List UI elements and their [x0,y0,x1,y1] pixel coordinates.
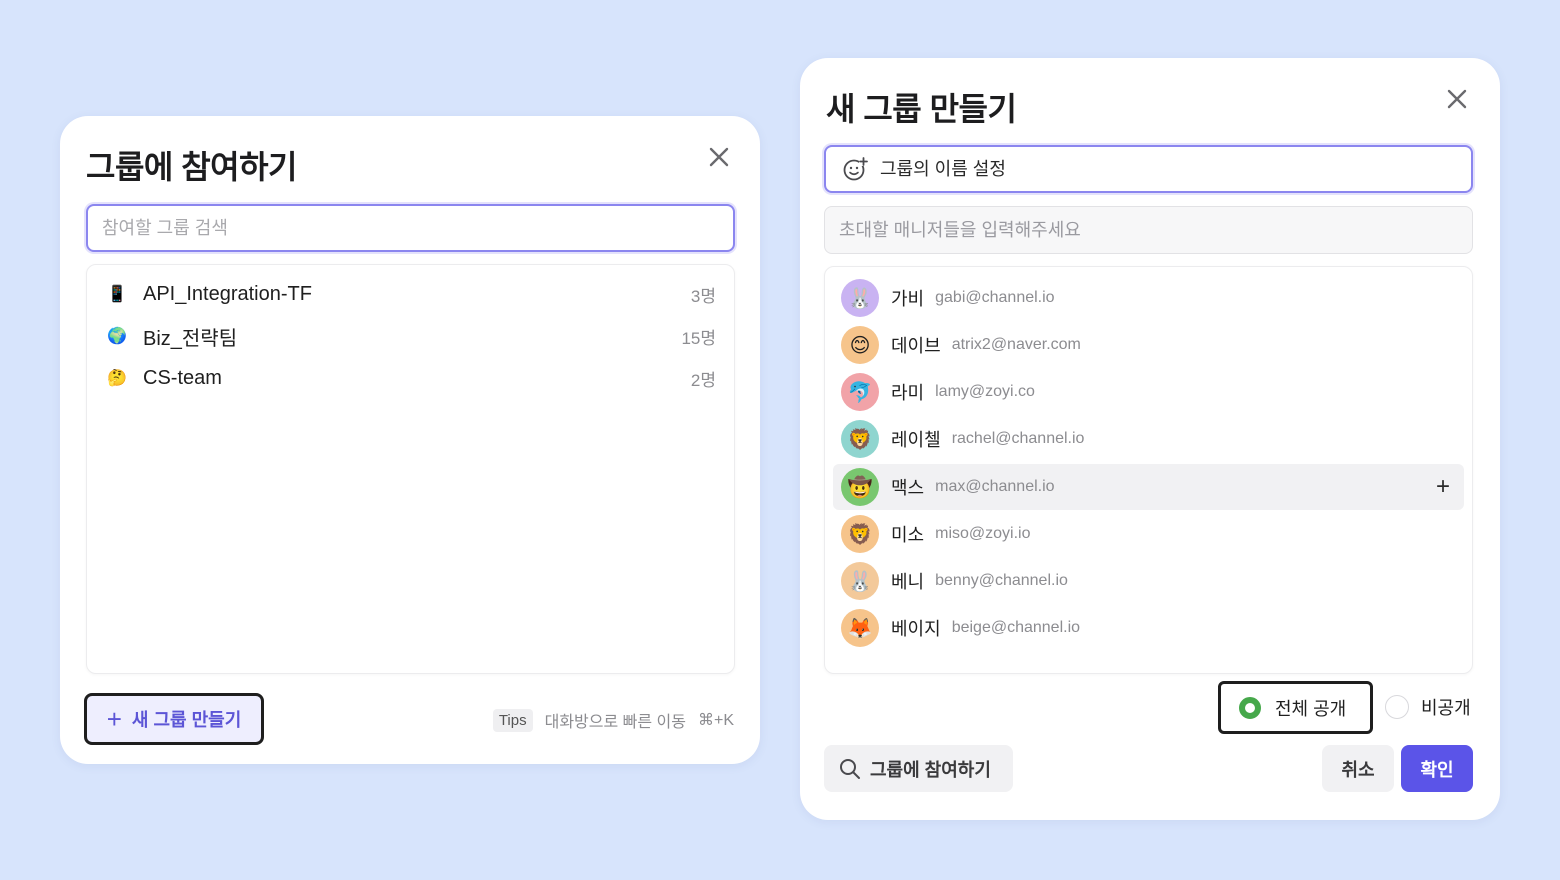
close-icon[interactable] [703,141,735,173]
manager-row[interactable]: 🦁 레이첼 rachel@channel.io [833,416,1464,462]
manager-name: 가비 [891,289,925,309]
manager-email: rachel@channel.io [951,430,1085,447]
manager-row[interactable]: 🐰 베니 benny@channel.io [833,558,1464,604]
tips-shortcut: ⌘+K [697,712,734,729]
tips-text: 대화방으로 빠른 이동 [544,714,686,731]
fox-avatar: 🦊 [841,609,879,647]
new-group-label: 새 그룹 만들기 [131,710,242,730]
dialog-title: 새 그룹 만들기 [826,91,1017,127]
manager-name: 베이지 [891,619,941,639]
manager-row[interactable]: 🐰 가비 gabi@channel.io [833,275,1464,321]
lion-avatar: 🦁 [841,420,879,458]
thinking-face-icon: 🤔 [107,370,127,387]
group-search-input[interactable] [86,204,735,252]
group-member-count: 3명 [690,286,716,306]
add-icon[interactable]: + [1436,473,1450,501]
visibility-private-option[interactable]: 비공개 [1385,694,1471,720]
dolphin-avatar: 🐬 [841,373,879,411]
tips-hint: Tips 대화방으로 빠른 이동 ⌘+K [492,708,734,732]
create-group-dialog: 새 그룹 만들기 🐰 가비 gabi@channel.io 😊 데이브 atri… [800,58,1500,820]
group-row-api[interactable]: 📱 API_Integration-TF 3명 [87,273,734,315]
private-label: 비공개 [1421,698,1471,718]
manager-email: lamy@zoyi.co [935,383,1035,400]
group-name: Biz_전략팀 [143,327,238,350]
confirm-button[interactable]: 확인 [1401,745,1473,792]
group-row-biz[interactable]: 🌍 Biz_전략팀 15명 [87,315,734,357]
manager-email: benny@channel.io [935,572,1068,589]
manager-name: 라미 [891,383,925,403]
group-search-field[interactable] [102,217,733,239]
manager-email: gabi@channel.io [935,289,1055,306]
manager-email: beige@channel.io [951,619,1081,636]
manager-name: 데이브 [891,336,941,356]
manager-email: max@channel.io [935,478,1055,495]
join-group-button[interactable]: 그룹에 참여하기 [824,745,1013,792]
radio-selected-icon [1239,696,1261,719]
manager-name: 미소 [891,525,925,545]
public-label: 전체 공개 [1275,698,1347,719]
manager-row-hovered[interactable]: 🤠 맥스 max@channel.io + [833,464,1464,510]
manager-name: 맥스 [891,478,925,498]
manager-name: 베니 [891,572,925,592]
join-group-label: 그룹에 참여하기 [870,759,991,780]
dialog-title: 그룹에 참여하기 [86,149,297,185]
search-icon [840,758,860,779]
rabbit-avatar: 🐰 [841,562,879,600]
cancel-button[interactable]: 취소 [1322,745,1394,792]
manager-row[interactable]: 🐬 라미 lamy@zoyi.co [833,369,1464,415]
group-list: 📱 API_Integration-TF 3명 🌍 Biz_전략팀 15명 🤔 … [86,264,735,674]
join-group-dialog: 그룹에 참여하기 📱 API_Integration-TF 3명 🌍 Biz_전… [60,116,760,764]
lion-avatar: 🦁 [841,515,879,553]
smiling-face-avatar: 😊 [841,326,879,364]
manager-name: 레이첼 [891,430,941,450]
manager-row[interactable]: 😊 데이브 atrix2@naver.com [833,322,1464,368]
close-icon[interactable] [1441,83,1473,115]
plus-icon: + [106,704,122,734]
invite-managers-input[interactable] [824,206,1473,254]
visibility-public-option[interactable]: 전체 공개 [1218,681,1373,734]
group-row-cs[interactable]: 🤔 CS-team 2명 [87,357,734,399]
manager-list: 🐰 가비 gabi@channel.io 😊 데이브 atrix2@naver.… [824,266,1473,674]
new-group-button[interactable]: + 새 그룹 만들기 [84,693,264,745]
group-member-count: 15명 [681,328,716,348]
invite-managers-field[interactable] [839,219,1458,241]
manager-row[interactable]: 🦊 베이지 beige@channel.io [833,605,1464,651]
manager-row[interactable]: 🦁 미소 miso@zoyi.io [833,511,1464,557]
tips-badge: Tips [492,708,533,732]
group-member-count: 2명 [690,370,716,390]
cowboy-avatar: 🤠 [841,468,879,506]
manager-email: miso@zoyi.io [935,525,1031,542]
globe-icon: 🌍 [107,328,127,345]
group-name-input[interactable] [824,145,1473,193]
group-name-field[interactable] [880,158,1455,180]
rabbit-avatar: 🐰 [841,279,879,317]
phone-icon: 📱 [107,286,127,303]
group-name: API_Integration-TF [143,282,312,305]
radio-unselected-icon [1385,695,1409,719]
add-emoji-icon[interactable] [842,156,868,182]
manager-email: atrix2@naver.com [951,336,1081,353]
group-name: CS-team [143,366,222,389]
